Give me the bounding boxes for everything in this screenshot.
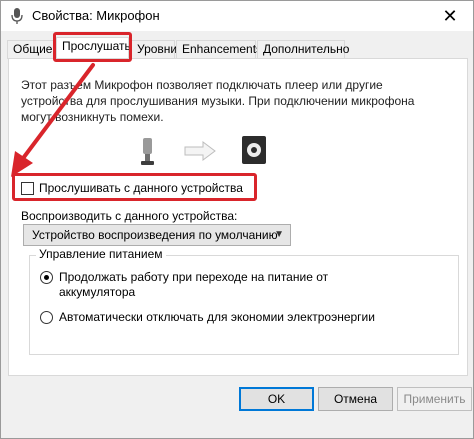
properties-dialog: Свойства: Микрофон ✕ Общие Прослушать Ур…	[0, 0, 474, 439]
listen-panel: Этот разъем Микрофон позволяет подключат…	[8, 58, 468, 376]
radio-auto-off-row[interactable]: Автоматически отключать для экономии эле…	[40, 310, 440, 325]
microphone-icon	[141, 138, 154, 165]
radio-continue-label: Продолжать работу при переходе на питани…	[59, 270, 329, 299]
apply-button[interactable]: Применить	[397, 387, 472, 411]
window-title: Свойства: Микрофон	[32, 8, 160, 23]
radio-continue[interactable]	[40, 271, 53, 284]
playback-device-label: Воспроизводить с данного устройства:	[21, 209, 238, 223]
microphone-title-icon	[11, 8, 23, 24]
tab-general[interactable]: Общие	[7, 40, 54, 59]
speaker-icon	[242, 136, 266, 164]
radio-auto-off-label: Автоматически отключать для экономии эле…	[59, 310, 375, 324]
playback-device-value: Устройство воспроизведения по умолчанию	[32, 228, 278, 242]
arrow-right-icon	[184, 141, 216, 161]
listen-description: Этот разъем Микрофон позволяет подключат…	[21, 78, 415, 124]
power-management-group: Управление питанием Продолжать работу пр…	[29, 247, 459, 355]
tab-enhancements[interactable]: Enhancements	[176, 40, 262, 59]
radio-continue-row[interactable]: Продолжать работу при переходе на питани…	[40, 270, 340, 300]
playback-device-select[interactable]: Устройство воспроизведения по умолчанию …	[23, 224, 291, 246]
cancel-button[interactable]: Отмена	[318, 387, 393, 411]
chevron-down-icon: ▼	[274, 229, 284, 240]
annotation-tab-highlight	[53, 32, 132, 62]
title-bar: Свойства: Микрофон ✕	[1, 1, 473, 31]
close-button[interactable]: ✕	[427, 1, 473, 31]
radio-auto-off[interactable]	[40, 311, 53, 324]
tab-advanced[interactable]: Дополнительно	[257, 40, 349, 59]
tab-levels[interactable]: Уровни	[131, 40, 177, 59]
ok-button[interactable]: OK	[239, 387, 314, 411]
power-management-legend: Управление питанием	[36, 247, 166, 261]
annotation-checkbox-highlight	[12, 173, 257, 201]
